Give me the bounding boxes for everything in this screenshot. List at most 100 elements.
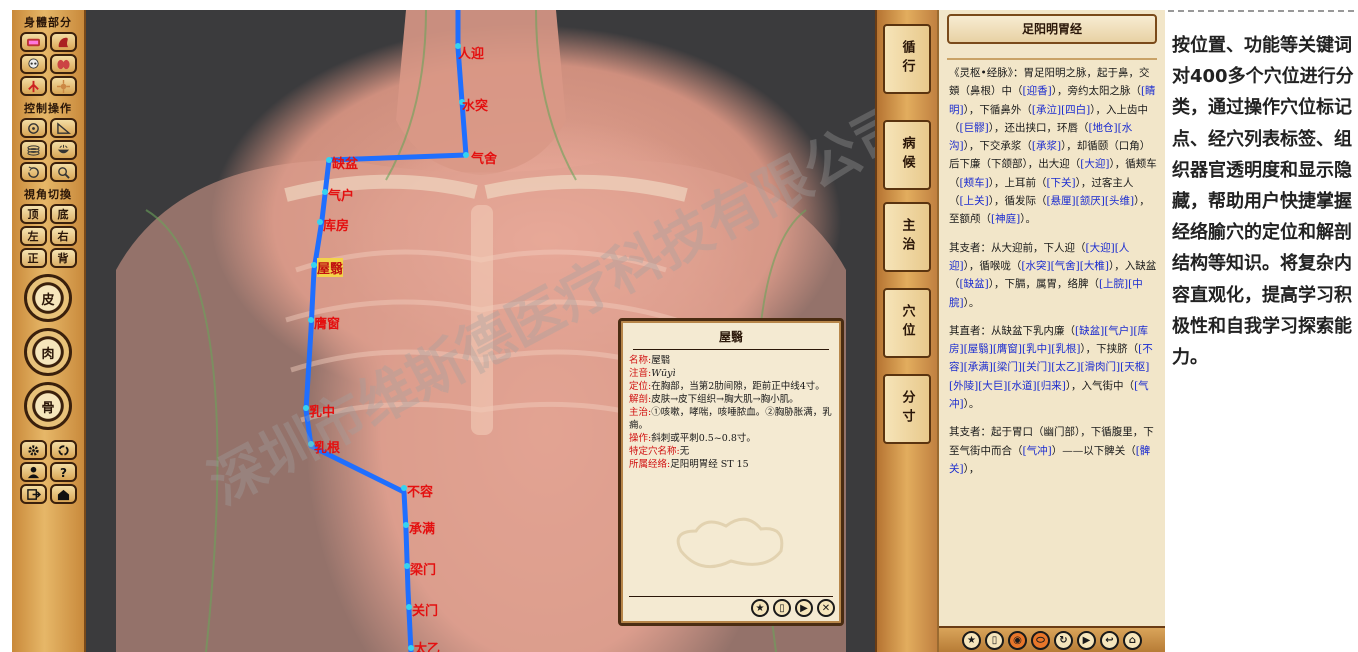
view-front-button[interactable]: 正	[19, 248, 47, 268]
home-icon[interactable]	[49, 484, 77, 504]
paragraph-4: 其支者：起于胃口（幽门部），下循腹里，下至气街中而合（[气冲]）——以下髀关（[…	[949, 426, 1154, 475]
skull-icon[interactable]	[19, 54, 47, 74]
dashed-divider	[1168, 10, 1354, 12]
skin-layer-button[interactable]: 皮	[24, 274, 72, 322]
refresh-icon[interactable]	[49, 440, 77, 460]
panel-divider	[947, 48, 1157, 60]
view-back-button[interactable]: 背	[49, 248, 77, 268]
indication-value: ①咳嗽，哮喘，咳唾脓血。②胸胁胀满，乳痈。	[629, 407, 832, 431]
location-value: 在胸部，当第2肋间隙，距前正中线4寸。	[651, 381, 825, 392]
view-top-button[interactable]: 顶	[19, 204, 47, 224]
note-icon[interactable]: ▯	[773, 599, 791, 617]
acupoint-label[interactable]: 乳根	[314, 437, 340, 456]
star-icon[interactable]: ★	[962, 630, 981, 650]
view-right-button[interactable]: 右	[49, 226, 77, 246]
tab-symptoms[interactable]: 病候	[883, 120, 931, 190]
section-body-label: 身體部分	[24, 16, 72, 29]
meridian-key: 所属经络:	[629, 459, 671, 470]
tab-measurement[interactable]: 分寸	[883, 374, 931, 444]
acupoint-label[interactable]: 膺窗	[314, 313, 340, 332]
anatomy-key: 解剖:	[629, 394, 652, 405]
layers-icon[interactable]	[19, 140, 47, 160]
exit-icon[interactable]	[19, 484, 47, 504]
reset-icon[interactable]	[19, 162, 47, 182]
cloud-ornament-icon	[676, 517, 784, 569]
acupoint-info-popup: 屋翳 名称:屋翳 注音:Wūyì 定位:在胸部，当第2肋间隙，距前正中线4寸。 …	[618, 318, 844, 626]
meridian-value: 足阳明胃经 ST 15	[670, 459, 749, 470]
person-icon[interactable]	[19, 462, 47, 482]
meridian-tabs: 循行 病候 主治 穴位 分寸	[875, 10, 937, 652]
bone-layer-label: 骨	[36, 394, 60, 418]
feature-description: 按位置、功能等关键词对400多个穴位进行分类，通过操作穴位标记点、经穴列表标签、…	[1172, 35, 1354, 369]
skin-layer-label: 皮	[36, 286, 60, 310]
organ-icon[interactable]	[49, 54, 77, 74]
name-key: 名称:	[629, 355, 652, 366]
name-value: 屋翳	[651, 355, 671, 366]
flesh-layer-label: 肉	[36, 340, 60, 364]
meridian-text-panel: 足阳明胃经 《灵枢•经脉》：胃足阳明之脉，起于鼻，交頞（鼻根）中（[迎香]），旁…	[937, 10, 1165, 652]
pinyin-value: Wūyì	[651, 368, 676, 379]
view-bottom-button[interactable]: 底	[49, 204, 77, 224]
muscle-icon[interactable]	[49, 32, 77, 52]
section-view-label: 視角切換	[24, 188, 72, 201]
flesh-layer-button[interactable]: 肉	[24, 328, 72, 376]
acupoint-label[interactable]: 气户	[328, 185, 354, 204]
panel-text[interactable]: 《灵枢•经脉》：胃足阳明之脉，起于鼻，交頞（鼻根）中（[迎香]），旁约太阳之脉（…	[939, 60, 1165, 478]
tab-acupoints[interactable]: 穴位	[883, 288, 931, 358]
indication-key: 主治:	[629, 407, 652, 418]
help-icon[interactable]: ?	[49, 462, 77, 482]
special-value: 无	[679, 446, 690, 457]
acupoint-label[interactable]: 承满	[409, 518, 435, 537]
bowl-icon[interactable]	[49, 140, 77, 160]
note-icon[interactable]: ▯	[985, 630, 1004, 650]
rotate-icon[interactable]	[19, 118, 47, 138]
acupoint-label[interactable]: 库房	[323, 215, 349, 234]
play-icon[interactable]: ▶	[1077, 630, 1096, 650]
pinyin-key: 注音:	[629, 368, 652, 379]
popup-divider	[629, 596, 833, 597]
popup-body: 名称:屋翳 注音:Wūyì 定位:在胸部，当第2肋间隙，距前正中线4寸。 解剖:…	[621, 350, 841, 471]
svg-text:?: ?	[60, 466, 67, 479]
paragraph-1: 《灵枢•经脉》：胃足阳明之脉，起于鼻，交頞（鼻根）中（[迎香]），旁约太阳之脉（…	[949, 67, 1157, 226]
star-icon[interactable]: ★	[751, 599, 769, 617]
pill-icon[interactable]: ⬭	[1031, 630, 1050, 650]
panel-bottom-toolbar: ★ ▯ ◉ ⬭ ↻ ▶ ↩ ⌂	[939, 626, 1165, 652]
tab-indications[interactable]: 主治	[883, 202, 931, 272]
acupoint-label[interactable]: 太乙	[414, 638, 440, 652]
close-icon[interactable]: ✕	[817, 599, 835, 617]
bone-layer-button[interactable]: 骨	[24, 382, 72, 430]
paragraph-3: 其直者：从缺盆下乳内廉（[缺盆][气户][库房][屋翳][膺窗][乳中][乳根]…	[949, 324, 1153, 411]
measure-icon[interactable]	[49, 118, 77, 138]
panel-title: 足阳明胃经	[947, 14, 1157, 44]
skin-icon[interactable]	[19, 32, 47, 52]
acupoint-label[interactable]: 关门	[412, 600, 438, 619]
paragraph-2: 其支者：从大迎前，下人迎（[大迎][人迎]），循喉咙（[水突][气舍][大椎]）…	[949, 241, 1157, 309]
back-icon[interactable]: ↩	[1100, 630, 1119, 650]
acupoint-label[interactable]: 缺盆	[332, 153, 358, 172]
acupoint-label-selected[interactable]: 屋翳	[317, 258, 344, 277]
settings-icon[interactable]	[19, 440, 47, 460]
acupoint-label[interactable]: 乳中	[309, 401, 335, 420]
location-key: 定位:	[629, 381, 652, 392]
method-value: 斜刺或平刺0.5~0.8寸。	[651, 433, 756, 444]
nerve-icon[interactable]	[49, 76, 77, 96]
acupoint-label[interactable]: 气舍	[471, 148, 497, 167]
acupoint-label[interactable]: 水突	[462, 95, 488, 114]
up-icon[interactable]: ⌂	[1123, 630, 1142, 650]
refresh-icon[interactable]: ↻	[1054, 630, 1073, 650]
eye-icon[interactable]: ◉	[1008, 630, 1027, 650]
acupoint-label[interactable]: 人迎	[458, 43, 484, 62]
method-key: 操作:	[629, 433, 652, 444]
view-left-button[interactable]: 左	[19, 226, 47, 246]
special-key: 特定穴名称:	[629, 446, 680, 457]
acupoint-label[interactable]: 梁门	[410, 559, 436, 578]
popup-title: 屋翳	[633, 325, 829, 350]
tab-course[interactable]: 循行	[883, 24, 931, 94]
anatomy-value: 皮肤→皮下组织→胸大肌→胸小肌。	[651, 394, 799, 405]
vessel-icon[interactable]	[19, 76, 47, 96]
zoom-icon[interactable]	[49, 162, 77, 182]
acupoint-label[interactable]: 不容	[407, 481, 433, 500]
left-toolbar: 身體部分 控制操作 視角切換 顶 底 左 右 正 背 皮 肉 骨 ?	[12, 10, 86, 652]
section-control-label: 控制操作	[24, 102, 72, 115]
play-icon[interactable]: ▶	[795, 599, 813, 617]
